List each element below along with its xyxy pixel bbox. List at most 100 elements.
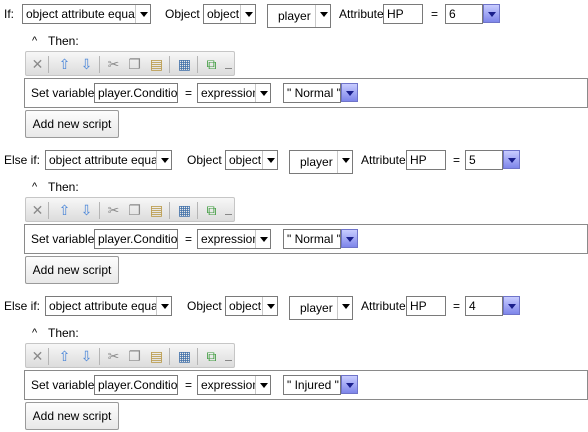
chevron-down-icon [262,297,277,315]
attribute-label: Attribute [361,299,406,313]
then-label: Then: [48,34,79,48]
value-input[interactable]: 5 [465,150,503,170]
paste-icon[interactable]: ▤ [148,56,165,72]
delete-icon[interactable]: ✕ [29,348,46,364]
paste-icon[interactable]: ▤ [148,348,165,364]
expression-options-button[interactable] [341,375,358,394]
else-if-label: Else if: [4,299,41,313]
script-toolbar: ✕ ⇧ ⇩ ✂ ❐ ▤ ▦ ⧉ [25,51,235,76]
object-kind-dropdown[interactable]: object [203,4,256,24]
set-variable-label: Set variable [31,378,95,392]
cut-icon[interactable]: ✂ [105,56,122,72]
script-toolbar: ✕ ⇧ ⇩ ✂ ❐ ▤ ▦ ⧉ [25,197,235,222]
equals-label: = [453,153,461,167]
copy-icon[interactable]: ❐ [126,348,143,364]
object-kind-dropdown[interactable]: object [225,150,278,170]
condition-type-dropdown[interactable]: object attribute equals [45,150,172,170]
object-name-dropdown[interactable]: player [267,4,331,28]
attribute-input[interactable]: HP [406,150,446,170]
value-options-button[interactable] [503,296,520,315]
script-row: Set variable player.Condition = expressi… [24,224,588,254]
toolbar-separator [99,348,100,365]
variable-name-input[interactable]: player.Condition [94,229,178,249]
delete-icon[interactable]: ✕ [29,56,46,72]
object-kind-value: object [229,153,262,167]
code-view-icon[interactable]: ▦ [176,348,193,364]
toolbar-overflow-grip[interactable] [225,214,232,219]
value-options-button[interactable] [483,4,500,23]
expression-mode-dropdown[interactable]: expression [197,375,271,395]
condition-type-dropdown[interactable]: object attribute equals [22,4,151,24]
then-label: Then: [48,180,79,194]
toolbar-overflow-grip[interactable] [225,68,232,73]
expression-options-button[interactable] [341,83,358,102]
expression-input[interactable]: " Normal " [283,83,341,103]
code-view-icon[interactable]: ▦ [176,202,193,218]
code-view-icon[interactable]: ▦ [176,56,193,72]
condition-type-dropdown[interactable]: object attribute equals [45,296,172,316]
script-row: Set variable player.Condition = expressi… [24,78,588,108]
else-if-label: Else if: [4,153,41,167]
object-label: Object [187,299,222,313]
popout-icon[interactable]: ⧉ [203,56,220,72]
popout-icon[interactable]: ⧉ [203,348,220,364]
attribute-input[interactable]: HP [383,4,423,24]
expression-input[interactable]: " Normal " [283,229,341,249]
collapse-caret-icon[interactable]: ^ [32,35,37,47]
variable-name-input[interactable]: player.Condition [94,83,178,103]
move-down-icon[interactable]: ⇩ [78,202,95,218]
object-kind-dropdown[interactable]: object [225,296,278,316]
cut-icon[interactable]: ✂ [105,348,122,364]
popout-icon[interactable]: ⧉ [203,202,220,218]
object-kind-value: object [207,7,240,21]
chevron-down-icon [135,5,150,23]
equals-label: = [185,86,193,100]
add-new-script-button[interactable]: Add new script [25,256,119,284]
if-label: If: [4,7,15,21]
move-down-icon[interactable]: ⇩ [78,348,95,364]
cut-icon[interactable]: ✂ [105,202,122,218]
value-options-button[interactable] [503,150,520,169]
collapse-caret-icon[interactable]: ^ [32,327,37,339]
chevron-down-icon [262,151,277,169]
move-down-icon[interactable]: ⇩ [78,56,95,72]
move-up-icon[interactable]: ⇧ [56,348,73,364]
toolbar-overflow-grip[interactable] [225,360,232,365]
expression-input[interactable]: " Injured " [283,375,341,395]
toolbar-separator [197,202,198,219]
collapse-caret-icon[interactable]: ^ [32,181,37,193]
value-input[interactable]: 4 [465,296,503,316]
equals-label: = [185,232,193,246]
attribute-label: Attribute [339,7,384,21]
equals-label: = [453,299,461,313]
toolbar-separator [48,348,49,365]
object-name-dropdown[interactable]: player [289,296,353,320]
toolbar-separator [48,56,49,73]
chevron-down-icon [315,5,330,27]
expression-mode-dropdown[interactable]: expression [197,83,271,103]
attribute-input[interactable]: HP [406,296,446,316]
toolbar-separator [197,348,198,365]
object-name-dropdown[interactable]: player [289,150,353,174]
condition-type-value: object attribute equals [26,7,144,21]
copy-icon[interactable]: ❐ [126,56,143,72]
variable-name-input[interactable]: player.Condition [94,375,178,395]
move-up-icon[interactable]: ⇧ [56,202,73,218]
expression-mode-dropdown[interactable]: expression [197,229,271,249]
add-new-script-button[interactable]: Add new script [25,110,119,138]
value-input[interactable]: 6 [445,4,483,24]
object-name-value: player [300,155,333,169]
add-new-script-button[interactable]: Add new script [25,402,119,430]
toolbar-separator [48,202,49,219]
copy-icon[interactable]: ❐ [126,202,143,218]
toolbar-separator [99,56,100,73]
paste-icon[interactable]: ▤ [148,202,165,218]
object-label: Object [165,7,200,21]
chevron-down-icon [255,376,270,394]
delete-icon[interactable]: ✕ [29,202,46,218]
attribute-label: Attribute [361,153,406,167]
expression-options-button[interactable] [341,229,358,248]
move-up-icon[interactable]: ⇧ [56,56,73,72]
toolbar-separator [169,202,170,219]
equals-label: = [185,378,193,392]
